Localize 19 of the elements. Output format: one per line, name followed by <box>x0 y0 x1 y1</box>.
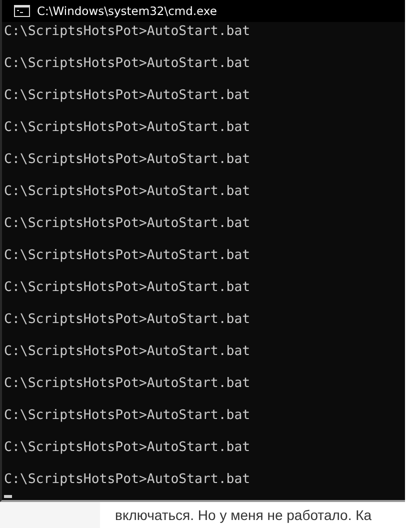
console-line: C:\ScriptsHotsPot>AutoStart.bat <box>4 152 250 168</box>
console-line: C:\ScriptsHotsPot>AutoStart.bat <box>4 376 250 392</box>
console-line: C:\ScriptsHotsPot>AutoStart.bat <box>4 312 250 328</box>
console-line: C:\ScriptsHotsPot>AutoStart.bat <box>4 120 250 136</box>
console-line: C:\ScriptsHotsPot>AutoStart.bat <box>4 440 250 456</box>
console-line: C:\ScriptsHotsPot>AutoStart.bat <box>4 248 250 264</box>
console-line: C:\ScriptsHotsPot>AutoStart.bat <box>4 184 250 200</box>
console-line: C:\ScriptsHotsPot>AutoStart.bat <box>4 56 250 72</box>
console-line: C:\ScriptsHotsPot>AutoStart.bat <box>4 472 250 488</box>
console-line: C:\ScriptsHotsPot>AutoStart.bat <box>4 216 250 232</box>
window-title: C:\Windows\system32\cmd.exe <box>37 4 217 18</box>
console-line: C:\ScriptsHotsPot>AutoStart.bat <box>4 88 250 104</box>
article-text: включаться. Но у меня не работало. Ка <box>115 507 372 523</box>
text-cursor <box>4 495 12 498</box>
console-line: C:\ScriptsHotsPot>AutoStart.bat <box>4 24 250 40</box>
console-line: C:\ScriptsHotsPot>AutoStart.bat <box>4 280 250 296</box>
console-app-icon <box>14 5 30 17</box>
console-line: C:\ScriptsHotsPot>AutoStart.bat <box>4 344 250 360</box>
console-line: C:\ScriptsHotsPot>AutoStart.bat <box>4 408 250 424</box>
